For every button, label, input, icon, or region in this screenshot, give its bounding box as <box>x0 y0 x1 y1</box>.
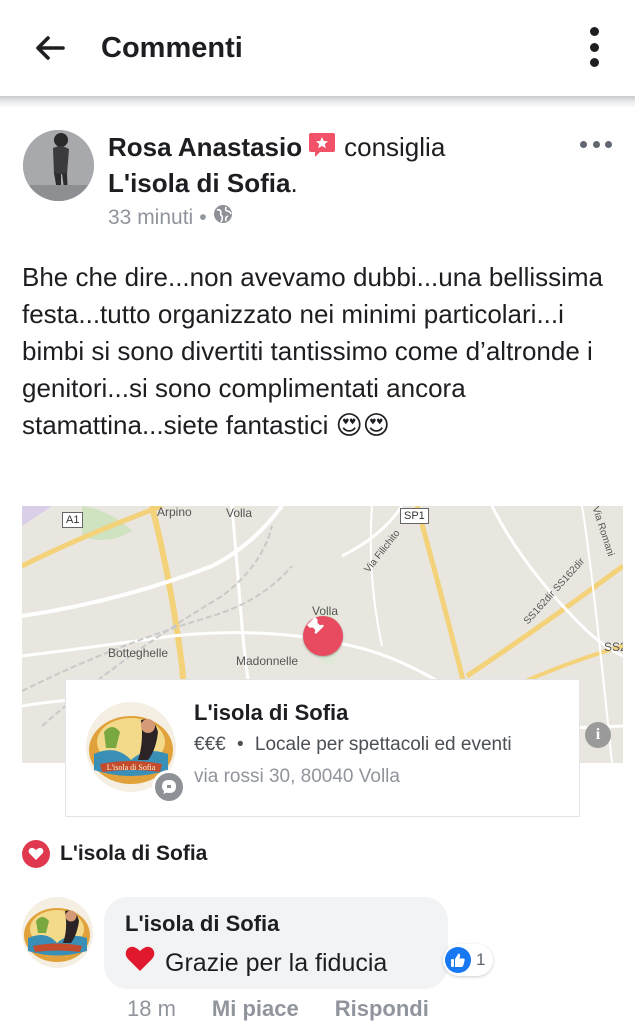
post-author-name[interactable]: Rosa Anastasio <box>108 132 302 162</box>
road-label-sp1: SP1 <box>400 508 429 524</box>
red-heart-icon <box>125 945 155 981</box>
svg-text:L'isola di Sofia: L'isola di Sofia <box>107 763 156 772</box>
road-label-a1: A1 <box>62 512 84 528</box>
comment-author[interactable]: L'isola di Sofia <box>125 909 279 939</box>
ticket-pin-icon[interactable] <box>303 616 343 656</box>
back-arrow-icon[interactable] <box>28 26 72 70</box>
meta-separator: • <box>199 206 207 229</box>
comment-actions: 18 m Mi piace Rispondi <box>127 994 429 1024</box>
comment-time: 18 m <box>127 996 176 1021</box>
post-time[interactable]: 33 minuti <box>108 204 193 232</box>
price-range: €€€ <box>194 734 226 755</box>
header-divider <box>0 96 635 108</box>
heart-icon <box>22 840 50 868</box>
messenger-badge-icon <box>152 770 186 804</box>
post-author-line: Rosa Anastasio consiglia <box>108 130 445 164</box>
map-info-icon[interactable]: i <box>585 722 611 748</box>
place-name[interactable]: L'isola di Sofia <box>194 698 348 728</box>
map-label-madonnelle: Madonnelle <box>236 654 299 668</box>
like-comment-button[interactable]: Mi piace <box>212 994 299 1024</box>
recommended-page-link[interactable]: L'isola di Sofia <box>108 168 290 198</box>
top-app-bar: Commenti <box>0 0 635 98</box>
post-meta: 33 minuti • <box>108 204 233 232</box>
comment-bubble[interactable]: L'isola di Sofia Grazie per la fiducia <box>104 897 448 989</box>
more-vertical-icon[interactable] <box>576 22 612 72</box>
reply-button[interactable]: Rispondi <box>335 994 429 1024</box>
comment-text: Grazie per la fiducia <box>165 949 388 977</box>
page-suffix: . <box>290 168 298 198</box>
like-count-value: 1 <box>476 950 486 969</box>
map-label-volla-top: Volla <box>226 506 253 520</box>
map-label-arpino: Arpino <box>157 506 192 519</box>
map-label-ss2: SS2 <box>604 640 623 654</box>
page-reaction-line: L'isola di Sofia <box>22 838 207 870</box>
globe-icon <box>213 204 233 232</box>
place-category: Locale per spettacoli ed eventi <box>254 734 512 755</box>
thumbs-up-icon <box>445 947 471 973</box>
category-separator: • <box>236 734 244 755</box>
commenter-avatar[interactable] <box>22 897 93 968</box>
comment-text-line: Grazie per la fiducia <box>125 945 387 981</box>
author-avatar[interactable] <box>23 130 94 201</box>
place-card[interactable]: L'isola di Sofia L'isola di Sofia €€€ • … <box>65 679 580 817</box>
comment-reaction-count[interactable]: 1 <box>443 944 494 976</box>
post-verb: consiglia <box>344 132 446 162</box>
place-address: via rossi 30, 80040 Volla <box>194 766 400 787</box>
reacting-page-name[interactable]: L'isola di Sofia <box>60 842 207 866</box>
post-options-icon[interactable] <box>580 134 612 154</box>
post-page-line: L'isola di Sofia. <box>108 166 298 200</box>
recommendation-icon <box>308 132 336 158</box>
page-title: Commenti <box>101 32 243 64</box>
place-category-line: €€€ • Locale per spettacoli ed eventi <box>194 731 512 759</box>
post-body-text: Bhe che dire...non avevamo dubbi...una b… <box>22 262 604 440</box>
map-label-botteghelle: Botteghelle <box>108 646 169 660</box>
